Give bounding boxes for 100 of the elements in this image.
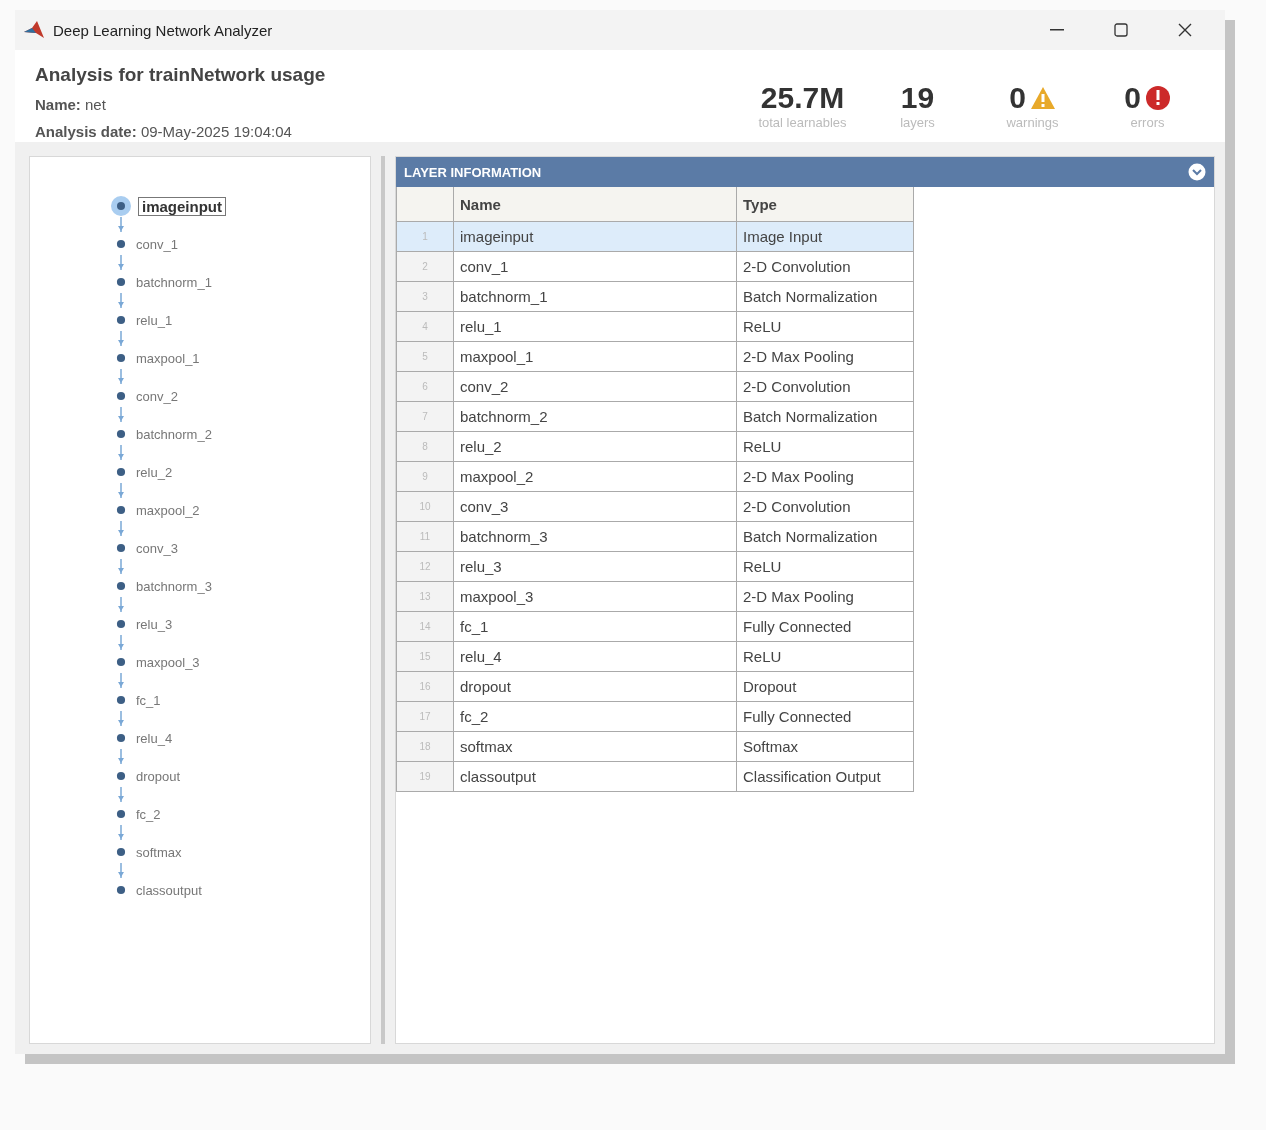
info-line: Analysis date: 09-May-2025 19:04:04: [35, 123, 293, 140]
layer-node[interactable]: batchnorm_1: [132, 273, 216, 291]
layer-node[interactable]: relu_3: [132, 615, 177, 633]
analysis-title: Analysis for trainNetwork usage: [35, 64, 327, 86]
window-title: Deep Learning Network Analyzer: [53, 21, 274, 39]
edge-arrow-icon: [118, 483, 124, 499]
edge-arrow-icon: [118, 521, 124, 537]
edge-arrow-icon: [118, 863, 124, 879]
table-cell: maxpool_1: [453, 341, 737, 372]
stat-label: total learnables: [758, 115, 847, 130]
column-header[interactable]: Name: [453, 187, 737, 222]
table-cell: Batch Normalization: [736, 281, 914, 312]
layer-node[interactable]: batchnorm_3: [132, 577, 216, 595]
table-cell: 2-D Convolution: [736, 251, 914, 282]
edge-arrow-icon: [118, 825, 124, 841]
layer-node[interactable]: dropout: [132, 767, 185, 785]
minimize-icon: [1050, 29, 1064, 31]
table-cell: ReLU: [736, 551, 914, 582]
row-number: 4: [396, 311, 454, 342]
layer-node[interactable]: fc_2: [132, 805, 165, 823]
edge-arrow-icon: [118, 217, 124, 233]
table-cell: Fully Connected: [736, 701, 914, 732]
layer-node[interactable]: conv_2: [132, 387, 182, 405]
table-cell: relu_2: [453, 431, 737, 462]
table-cell: softmax: [453, 731, 737, 762]
edge-arrow-icon: [118, 787, 124, 803]
table-cell: ReLU: [736, 641, 914, 672]
layer-node[interactable]: batchnorm_2: [132, 425, 216, 443]
column-header[interactable]: Type: [736, 187, 914, 222]
table-cell: Batch Normalization: [736, 401, 914, 432]
table-cell: conv_2: [453, 371, 737, 402]
layer-node[interactable]: relu_2: [132, 463, 177, 481]
table-cell: fc_2: [453, 701, 737, 732]
stat-label: errors: [1130, 115, 1165, 130]
edge-arrow-icon: [118, 369, 124, 385]
edge-arrow-icon: [118, 749, 124, 765]
table-cell: Classification Output: [736, 761, 914, 792]
layer-node[interactable]: relu_1: [132, 311, 177, 329]
close-icon: [1178, 23, 1192, 37]
table-row[interactable]: 14 fc_1 Fully Connected: [396, 611, 914, 642]
table-cell: 2-D Convolution: [736, 371, 914, 402]
edge-arrow-icon: [118, 293, 124, 309]
table-cell: fc_1: [453, 611, 737, 642]
edge-arrow-icon: [118, 597, 124, 613]
table-cell: batchnorm_3: [453, 521, 737, 552]
edge-arrow-icon: [118, 445, 124, 461]
table-cell: ReLU: [736, 431, 914, 462]
layer-node[interactable]: fc_1: [132, 691, 165, 709]
table-cell: conv_3: [453, 491, 737, 522]
warning-icon: [1029, 86, 1056, 110]
header-cell: [396, 187, 454, 222]
table-cell: batchnorm_2: [453, 401, 737, 432]
table-cell: dropout: [453, 671, 737, 702]
layer-node[interactable]: maxpool_2: [132, 501, 204, 519]
table-cell: conv_1: [453, 251, 737, 282]
layer-node[interactable]: conv_3: [132, 539, 182, 557]
edge-arrow-icon: [118, 711, 124, 727]
layer-node[interactable]: maxpool_3: [132, 653, 204, 671]
layer-node[interactable]: relu_4: [132, 729, 177, 747]
table-cell: 2-D Max Pooling: [736, 581, 914, 612]
table-cell: Dropout: [736, 671, 914, 702]
edge-arrow-icon: [118, 673, 124, 689]
table-cell: 2-D Max Pooling: [736, 341, 914, 372]
stat-value: 0: [1124, 81, 1141, 115]
stat-label: warnings: [1006, 115, 1059, 130]
row-number: 14: [396, 611, 454, 642]
edge-arrow-icon: [118, 407, 124, 423]
info-line: Name: net: [35, 96, 107, 113]
layer-node[interactable]: softmax: [132, 843, 186, 861]
app-logo-icon: [23, 20, 45, 40]
table-cell: maxpool_3: [453, 581, 737, 612]
layer-node[interactable]: imageinput: [138, 196, 226, 216]
table-row[interactable]: 4 relu_1 ReLU: [396, 311, 914, 342]
table-row[interactable]: 1 imageinput Image Input: [396, 221, 914, 252]
edge-arrow-icon: [118, 559, 124, 575]
collapse-icon[interactable]: [1188, 163, 1206, 181]
table-cell: relu_3: [453, 551, 737, 582]
stat-value: 0: [1009, 81, 1026, 115]
stat-value: 25.7M: [760, 81, 845, 115]
section-title: LAYER INFORMATION: [404, 164, 542, 180]
table-cell: Batch Normalization: [736, 521, 914, 552]
table-cell: 2-D Convolution: [736, 491, 914, 522]
maximize-icon: [1114, 23, 1128, 37]
row-number: 1: [396, 221, 454, 252]
table-cell: Fully Connected: [736, 611, 914, 642]
table-cell: imageinput: [453, 221, 737, 252]
table-cell: Softmax: [736, 731, 914, 762]
stat-value: 19: [900, 81, 935, 115]
table-cell: classoutput: [453, 761, 737, 792]
table-cell: batchnorm_1: [453, 281, 737, 312]
layer-node[interactable]: classoutput: [132, 881, 206, 899]
layer-node[interactable]: maxpool_1: [132, 349, 204, 367]
layer-node[interactable]: conv_1: [132, 235, 182, 253]
table-cell: 2-D Max Pooling: [736, 461, 914, 492]
edge-arrow-icon: [118, 635, 124, 651]
edge-arrow-icon: [118, 255, 124, 271]
error-icon: [1144, 85, 1171, 111]
table-cell: ReLU: [736, 311, 914, 342]
table-cell: relu_4: [453, 641, 737, 672]
edge-arrow-icon: [118, 331, 124, 347]
